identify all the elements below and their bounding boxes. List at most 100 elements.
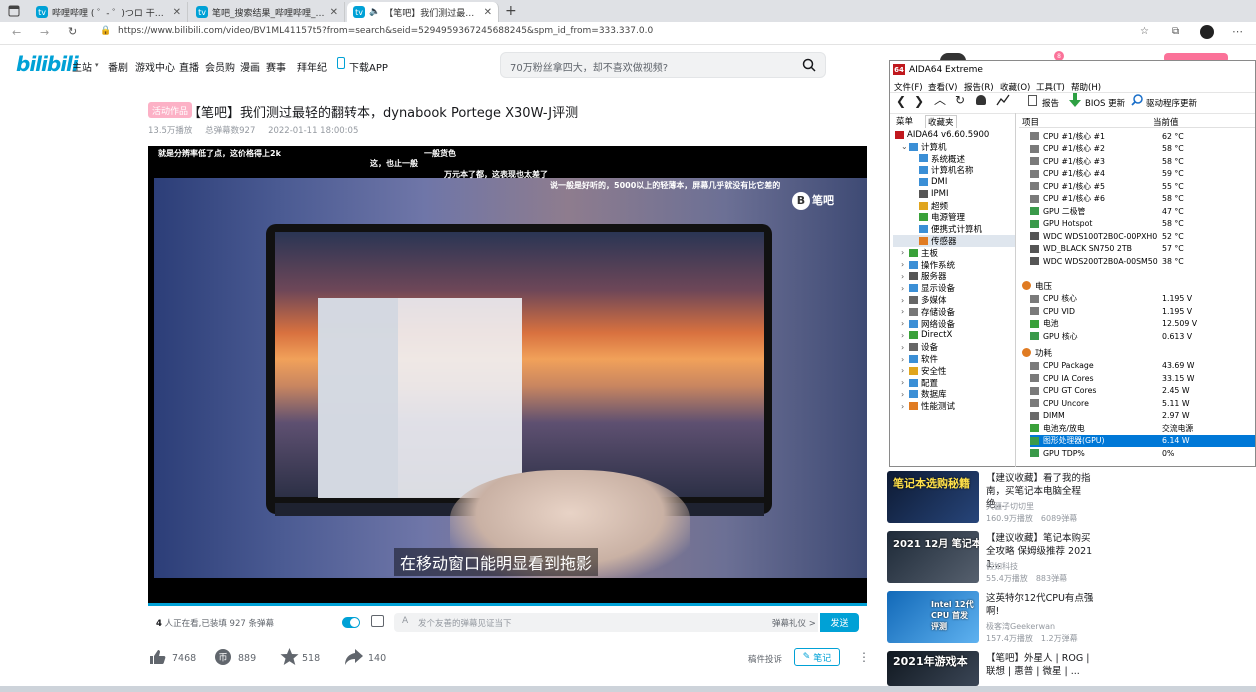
sensor-row[interactable]: 电池 12.509 V [1030, 318, 1255, 330]
sensor-row[interactable]: WDC WDS100T2B0C-00PXH0 52 °C [1030, 230, 1255, 242]
toolbar-chart-icon[interactable] [996, 94, 1010, 106]
tree-item[interactable]: › 安全性 [893, 365, 1015, 377]
tree-item[interactable]: › 数据库 [893, 389, 1015, 401]
collapsed-chevron-icon[interactable]: › [901, 343, 909, 352]
toolbar-report[interactable]: 报告 [1042, 97, 1059, 109]
browser-tab-3-active[interactable]: tv 🔈 【笔吧】我们测过最轻的翻 ✕ [347, 2, 499, 22]
more-options-icon[interactable]: ⋮ [858, 650, 870, 664]
recommendation-thumbnail[interactable]: 2021年游戏本 [887, 651, 979, 686]
sensor-row[interactable]: CPU #1/核心 #5 55 °C [1030, 180, 1255, 192]
collapsed-chevron-icon[interactable]: › [901, 378, 909, 387]
danmaku-settings-icon[interactable] [371, 615, 384, 627]
toolbar-user-icon[interactable] [976, 95, 986, 105]
tree-item[interactable]: 计算机名称 [893, 164, 1015, 176]
nav-esports[interactable]: 赛事 [266, 59, 286, 74]
tree-item[interactable]: › 配置 [893, 377, 1015, 389]
tree-item[interactable]: IPMI [893, 188, 1015, 200]
sensor-row[interactable]: 电池充/放电 交流电源 [1030, 422, 1255, 434]
danmaku-etiquette-link[interactable]: 弹幕礼仪 > [772, 617, 816, 629]
text-style-icon[interactable]: A [402, 616, 408, 626]
favorite-star-icon[interactable]: ☆ [1140, 26, 1149, 37]
tree-item[interactable]: DMI [893, 176, 1015, 188]
nav-new-year[interactable]: 拜年纪 [297, 59, 327, 74]
sensor-row[interactable]: DIMM 2.97 W [1030, 410, 1255, 422]
toolbar-bios-update[interactable]: BIOS 更新 [1085, 97, 1125, 109]
recommendation-thumbnail[interactable]: 笔记本选购秘籍 [887, 471, 979, 523]
sensor-row[interactable]: GPU 二极管 47 °C [1030, 205, 1255, 217]
toolbar-refresh-icon[interactable]: ↻ [955, 94, 965, 106]
browser-menu-icon[interactable]: ⋯ [1232, 25, 1243, 38]
tree-item[interactable]: › 主板 [893, 247, 1015, 259]
recommendation-owner[interactable]: 极客湾Geekerwan [986, 621, 1055, 632]
profile-avatar[interactable] [1200, 25, 1214, 39]
send-danmaku-button[interactable]: 发送 [820, 613, 859, 632]
tree-item[interactable]: 系统概述 [893, 153, 1015, 165]
sensor-row[interactable]: CPU #1/核心 #2 58 °C [1030, 143, 1255, 155]
nav-anime[interactable]: 番剧 [108, 59, 128, 74]
recommendation-title[interactable]: 这英特尔12代CPU有点强啊! [986, 592, 1098, 618]
recommendation-title[interactable]: 【笔吧】外星人 | ROG | 联想 | 惠普 | 微星 | ... [986, 652, 1098, 678]
nav-game-center[interactable]: 游戏中心 [135, 59, 175, 74]
recommendation-thumbnail[interactable]: 2021 12月 笔记本推荐 [887, 531, 979, 583]
forward-icon[interactable]: → [40, 26, 49, 39]
collections-icon[interactable]: ⧉ [1172, 26, 1179, 37]
sensor-row[interactable]: CPU 核心 1.195 V [1030, 293, 1255, 305]
collapsed-chevron-icon[interactable]: › [901, 319, 909, 328]
tree-item[interactable]: AIDA64 v6.60.5900 [893, 129, 1015, 141]
recommendation-owner[interactable]: 假如科技 [986, 561, 1018, 572]
pane-tab-menu[interactable]: 菜单 [896, 115, 913, 127]
url-text[interactable]: https://www.bilibili.com/video/BV1ML4115… [118, 26, 653, 36]
nav-comics[interactable]: 漫画 [240, 59, 260, 74]
sensor-row[interactable]: CPU #1/核心 #6 58 °C [1030, 193, 1255, 205]
toolbar-forward-icon[interactable]: ❯ [914, 95, 924, 107]
sensor-row[interactable]: GPU 核心 0.613 V [1030, 330, 1255, 342]
column-current-value[interactable]: 当前值 [1153, 116, 1179, 128]
back-icon[interactable]: ← [12, 26, 21, 39]
share-icon[interactable] [344, 648, 364, 666]
nav-member-shop[interactable]: 会员购 [205, 59, 235, 74]
tree-item[interactable]: 传感器 [893, 235, 1015, 247]
tree-item[interactable]: 电源管理 [893, 212, 1015, 223]
sensor-row[interactable]: WDC WDS200T2B0A-00SM50 38 °C [1030, 255, 1255, 267]
collapsed-chevron-icon[interactable]: › [901, 272, 909, 281]
collapsed-chevron-icon[interactable]: › [901, 402, 909, 411]
recommendation-thumbnail[interactable]: Intel 12代CPU 首发评测 [887, 591, 979, 643]
expanded-chevron-icon[interactable]: ⌄ [901, 142, 909, 151]
search-button[interactable] [796, 55, 822, 75]
toolbar-up-icon[interactable]: ︿ [934, 94, 946, 106]
tree-item[interactable]: › DirectX [893, 330, 1015, 342]
tree-item[interactable]: › 服务器 [893, 271, 1015, 283]
collapsed-chevron-icon[interactable]: › [901, 307, 909, 316]
nav-download-app[interactable]: 下载APP [349, 59, 388, 74]
tree-item[interactable]: › 操作系统 [893, 259, 1015, 271]
bilibili-logo[interactable]: bilibili [16, 52, 79, 76]
toolbar-back-icon[interactable]: ❮ [896, 95, 906, 107]
nav-live[interactable]: 直播 [179, 59, 199, 74]
sensor-row[interactable]: CPU Package 43.69 W [1030, 360, 1255, 372]
tree-item[interactable]: › 多媒体 [893, 294, 1015, 307]
coin-icon[interactable]: 币 [214, 648, 232, 666]
complain-link[interactable]: 稿件投诉 [748, 653, 782, 665]
tree-item[interactable]: › 设备 [893, 341, 1015, 354]
sensor-row[interactable]: CPU IA Cores 33.15 W [1030, 372, 1255, 384]
tree-item[interactable]: 超频 [893, 200, 1015, 212]
collapsed-chevron-icon[interactable]: › [901, 296, 909, 305]
tree-item[interactable]: ⌄ 计算机 [893, 141, 1015, 153]
tree-item[interactable]: › 网络设备 [893, 318, 1015, 330]
column-item[interactable]: 项目 [1022, 116, 1039, 128]
sensor-row[interactable]: CPU VID 1.195 V [1030, 305, 1255, 317]
browser-tab-2[interactable]: tv 笔吧_搜索结果_哔哩哔哩_Bilibili ✕ [190, 2, 345, 22]
danmaku-toggle[interactable] [342, 617, 360, 628]
refresh-icon[interactable]: ↻ [68, 25, 77, 38]
browser-tab-1[interactable]: tv 哔哩哔哩 ( ゜- ゜)つロ 干杯~-bilil ✕ [30, 2, 188, 22]
tree-item[interactable]: › 存储设备 [893, 306, 1015, 318]
sensor-row[interactable]: WD_BLACK SN750 2TB 57 °C [1030, 243, 1255, 255]
sensor-row[interactable]: CPU Uncore 5.11 W [1030, 397, 1255, 409]
sensor-row[interactable]: CPU #1/核心 #4 59 °C [1030, 168, 1255, 180]
pane-tab-favorites[interactable]: 收藏夹 [925, 115, 957, 128]
sensor-row[interactable]: GPU Hotspot 58 °C [1030, 218, 1255, 230]
tab-close-icon[interactable]: ✕ [173, 7, 181, 18]
toolbar-driver-update[interactable]: 驱动程序更新 [1146, 97, 1197, 109]
sensor-row[interactable]: CPU GT Cores 2.45 W [1030, 385, 1255, 397]
sensor-row[interactable]: CPU #1/核心 #3 58 °C [1030, 155, 1255, 167]
